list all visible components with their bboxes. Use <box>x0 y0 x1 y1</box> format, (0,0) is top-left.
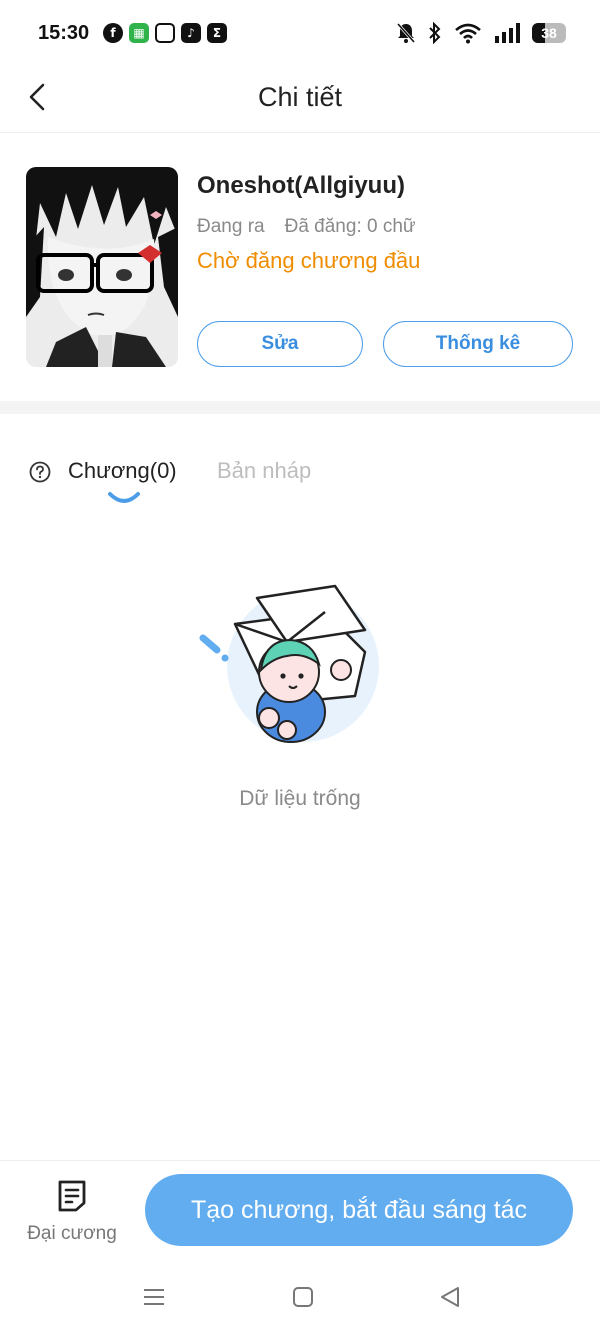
outline-button[interactable]: Đại cương <box>24 1175 120 1250</box>
story-word-count: Đã đăng: 0 chữ <box>284 216 416 237</box>
bottom-bar-divider <box>0 1160 600 1161</box>
signal-icon <box>495 23 520 43</box>
system-navigation-bar <box>0 1270 600 1333</box>
menu-icon[interactable] <box>141 1284 167 1310</box>
active-tab-indicator <box>108 492 140 503</box>
create-chapter-button[interactable]: Tạo chương, bắt đầu sáng tác <box>145 1174 573 1246</box>
page-title: Chi tiết <box>257 82 343 112</box>
statistics-button[interactable]: Thống kê <box>383 321 573 367</box>
battery-icon: 38 <box>532 23 566 43</box>
tab-chapters[interactable]: Chương(0) <box>68 458 177 484</box>
sigma-icon: Σ <box>207 23 227 43</box>
home-square-icon[interactable] <box>290 1284 316 1310</box>
tiktok-icon: ♪ <box>181 23 201 43</box>
system-indicators: 38 <box>396 22 566 44</box>
spotify-icon: ▦ <box>129 23 149 43</box>
pending-status: Chờ đăng chương đầu <box>197 248 421 273</box>
story-status: Đang ra <box>197 216 265 237</box>
notification-icons: f ▦ ♪ Σ <box>103 23 227 43</box>
back-triangle-icon[interactable] <box>438 1284 464 1310</box>
status-time: 15:30 <box>38 22 90 44</box>
outline-label: Đại cương <box>27 1223 117 1244</box>
document-icon <box>58 1180 86 1212</box>
empty-state-text: Dữ liệu trống <box>239 787 361 810</box>
help-icon[interactable] <box>29 461 51 483</box>
empty-box-illustration <box>199 584 379 743</box>
story-meta: Đang ra Đã đăng: 0 chữ <box>197 216 416 238</box>
battery-level: 38 <box>541 25 557 41</box>
tab-drafts[interactable]: Bản nháp <box>217 458 311 484</box>
app-header: Chi tiết <box>0 70 600 133</box>
bluetooth-icon <box>429 22 441 44</box>
facebook-icon: f <box>103 23 123 43</box>
wifi-icon <box>455 23 481 44</box>
section-divider <box>0 401 600 414</box>
instagram-icon <box>155 23 175 43</box>
bell-muted-icon <box>396 23 416 43</box>
edit-button[interactable]: Sửa <box>197 321 363 367</box>
status-bar: 15:30 f ▦ ♪ Σ 38 <box>0 0 600 70</box>
story-title: Oneshot(Allgiyuu) <box>197 172 405 199</box>
story-cover-image <box>26 167 178 367</box>
